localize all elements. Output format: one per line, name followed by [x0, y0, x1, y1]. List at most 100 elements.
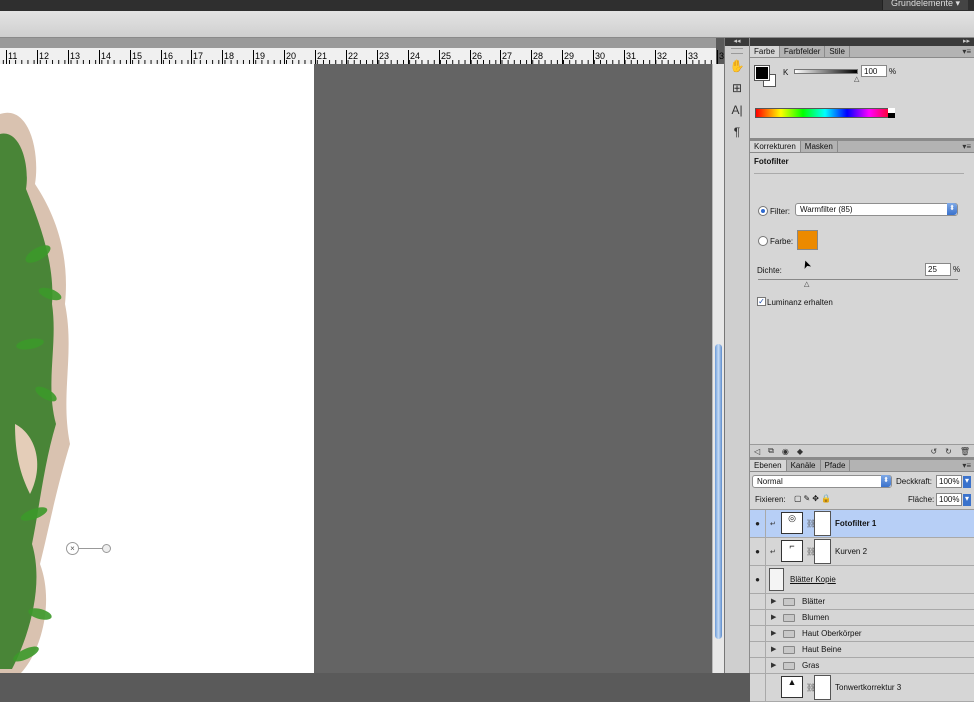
layer-thumbnail[interactable]: [769, 568, 784, 591]
tab-farbe[interactable]: Farbe: [750, 46, 780, 57]
layer-row[interactable]: ● Blätter Kopie: [750, 566, 974, 594]
color-spectrum[interactable]: [755, 108, 895, 118]
mask-thumbnail[interactable]: [814, 675, 831, 700]
expand-triangle-icon[interactable]: ▶: [771, 661, 776, 669]
select-arrows-icon: ⬍: [947, 203, 957, 215]
tab-masken[interactable]: Masken: [801, 141, 838, 152]
hand-tool-icon[interactable]: ✋: [727, 56, 747, 76]
expand-triangle-icon[interactable]: ▶: [771, 597, 776, 605]
layer-row[interactable]: ● ↵ ⌐ ⛓ Kurven 2: [750, 538, 974, 566]
eye-icon[interactable]: ●: [750, 538, 766, 565]
curves-icon: ⌐: [781, 540, 803, 562]
workspace-switcher[interactable]: Grundelemente ▾: [881, 0, 968, 10]
trash-icon[interactable]: 🗑: [960, 447, 970, 456]
visibility-toggle[interactable]: [750, 610, 766, 625]
clip-arrow-icon: ↵: [770, 521, 776, 528]
density-slider-thumb[interactable]: △: [804, 280, 809, 288]
scrollbar-thumb[interactable]: [715, 344, 722, 639]
luminance-label: Luminanz erhalten: [767, 298, 833, 307]
strip-grip[interactable]: [731, 48, 743, 54]
visibility-toggle[interactable]: [750, 674, 766, 701]
panel-menu-icon[interactable]: ▾≡: [962, 141, 971, 152]
layer-name: Haut Beine: [802, 645, 842, 654]
refresh-icon[interactable]: ↻: [945, 447, 952, 456]
visibility-icon[interactable]: ◉: [782, 447, 789, 456]
ruler-label: 15: [132, 51, 143, 61]
reset-icon[interactable]: ↺: [930, 447, 937, 456]
tab-korrekturen[interactable]: Korrekturen: [750, 141, 801, 152]
ruler-label: 12: [39, 51, 50, 61]
density-input[interactable]: 25: [925, 263, 951, 276]
blend-mode-select[interactable]: Normal ⬍: [752, 475, 892, 488]
mask-thumbnail[interactable]: [814, 539, 831, 564]
layer-group-row[interactable]: ▶ Haut Oberkörper: [750, 626, 974, 642]
visibility-toggle[interactable]: [750, 658, 766, 673]
visibility-toggle[interactable]: [750, 626, 766, 641]
layer-row[interactable]: ● ↵ ◎ ⛓ Fotofilter 1: [750, 510, 974, 538]
layer-group-row[interactable]: ▶ Gras: [750, 658, 974, 674]
character-panel-icon[interactable]: A|: [727, 100, 747, 120]
tab-ebenen[interactable]: Ebenen: [750, 460, 787, 471]
close-icon[interactable]: ×: [66, 542, 79, 555]
ruler-major-tick: [470, 50, 471, 64]
layers-panel-tabs: Ebenen Kanäle Pfade ▾≡: [750, 460, 974, 472]
density-slider[interactable]: [758, 279, 958, 280]
ruler-major-tick: [253, 50, 254, 64]
expand-triangle-icon[interactable]: ▶: [771, 629, 776, 637]
k-slider-thumb[interactable]: △: [854, 75, 859, 83]
opacity-input[interactable]: 100%: [936, 475, 962, 488]
expand-triangle-icon[interactable]: ▶: [771, 645, 776, 653]
clone-source-icon[interactable]: ⊞: [727, 78, 747, 98]
opacity-dropdown-icon[interactable]: ▾: [963, 476, 971, 488]
title-divider: [754, 173, 964, 174]
layer-group-row[interactable]: ▶ Blumen: [750, 610, 974, 626]
panel-menu-icon[interactable]: ▾≡: [962, 460, 971, 471]
view-previous-icon[interactable]: ◆: [797, 447, 803, 456]
layer-group-row[interactable]: ▶ Blätter: [750, 594, 974, 610]
k-value-input[interactable]: 100: [861, 65, 887, 77]
document-canvas[interactable]: ×: [0, 64, 314, 673]
expand-triangle-icon[interactable]: ▶: [771, 613, 776, 621]
fill-dropdown-icon[interactable]: ▾: [963, 494, 971, 506]
visibility-toggle[interactable]: [750, 642, 766, 657]
back-icon[interactable]: ◁: [754, 447, 760, 456]
ruler-major-tick: [593, 50, 594, 64]
vertical-scrollbar[interactable]: [712, 64, 724, 673]
black-white-ramp[interactable]: [888, 108, 895, 118]
filter-radio[interactable]: [758, 206, 768, 216]
layer-group-row[interactable]: ▶ Haut Beine: [750, 642, 974, 658]
transform-pin[interactable]: ×: [66, 542, 112, 556]
panel-expand-icon[interactable]: ▸▸: [750, 38, 974, 46]
layers-options: Normal ⬍ Deckkraft: 100% ▾ Fixieren: ▢✎✥…: [750, 472, 974, 510]
strip-collapse-icon[interactable]: ◂◂: [725, 38, 749, 46]
filter-select[interactable]: Warmfilter (85) ⬍: [795, 203, 958, 216]
ruler-label: 14: [101, 51, 112, 61]
pin-handle[interactable]: [102, 544, 111, 553]
layer-name: Blätter Kopie: [790, 575, 836, 584]
tab-pfade[interactable]: Pfade: [821, 460, 851, 471]
layer-row[interactable]: ▲ ⛓ Tonwertkorrektur 3: [750, 674, 974, 702]
panel-menu-icon[interactable]: ▾≡: [962, 46, 971, 57]
lock-icons[interactable]: ▢✎✥🔒: [794, 494, 833, 503]
foreground-color-swatch[interactable]: [754, 65, 770, 81]
clip-icon[interactable]: ⧉: [768, 446, 774, 456]
ruler-major-tick: [222, 50, 223, 64]
folder-icon: [783, 614, 795, 622]
ruler-major-tick: [284, 50, 285, 64]
tab-farbfelder[interactable]: Farbfelder: [780, 46, 826, 57]
eye-icon[interactable]: ●: [750, 510, 766, 537]
k-slider[interactable]: [794, 69, 858, 74]
visibility-toggle[interactable]: [750, 594, 766, 609]
ruler-label: 25: [441, 51, 452, 61]
paragraph-panel-icon[interactable]: ¶: [727, 122, 747, 142]
mask-thumbnail[interactable]: [814, 511, 831, 536]
fill-input[interactable]: 100%: [936, 493, 962, 506]
filter-color-swatch[interactable]: [797, 230, 818, 250]
color-radio[interactable]: [758, 236, 768, 246]
ruler-label: 13: [70, 51, 81, 61]
tab-stile[interactable]: Stile: [825, 46, 850, 57]
luminance-checkbox[interactable]: ✓: [757, 297, 766, 306]
eye-icon[interactable]: ●: [750, 566, 766, 593]
tab-kanaele[interactable]: Kanäle: [787, 460, 821, 471]
ruler-major-tick: [655, 50, 656, 64]
